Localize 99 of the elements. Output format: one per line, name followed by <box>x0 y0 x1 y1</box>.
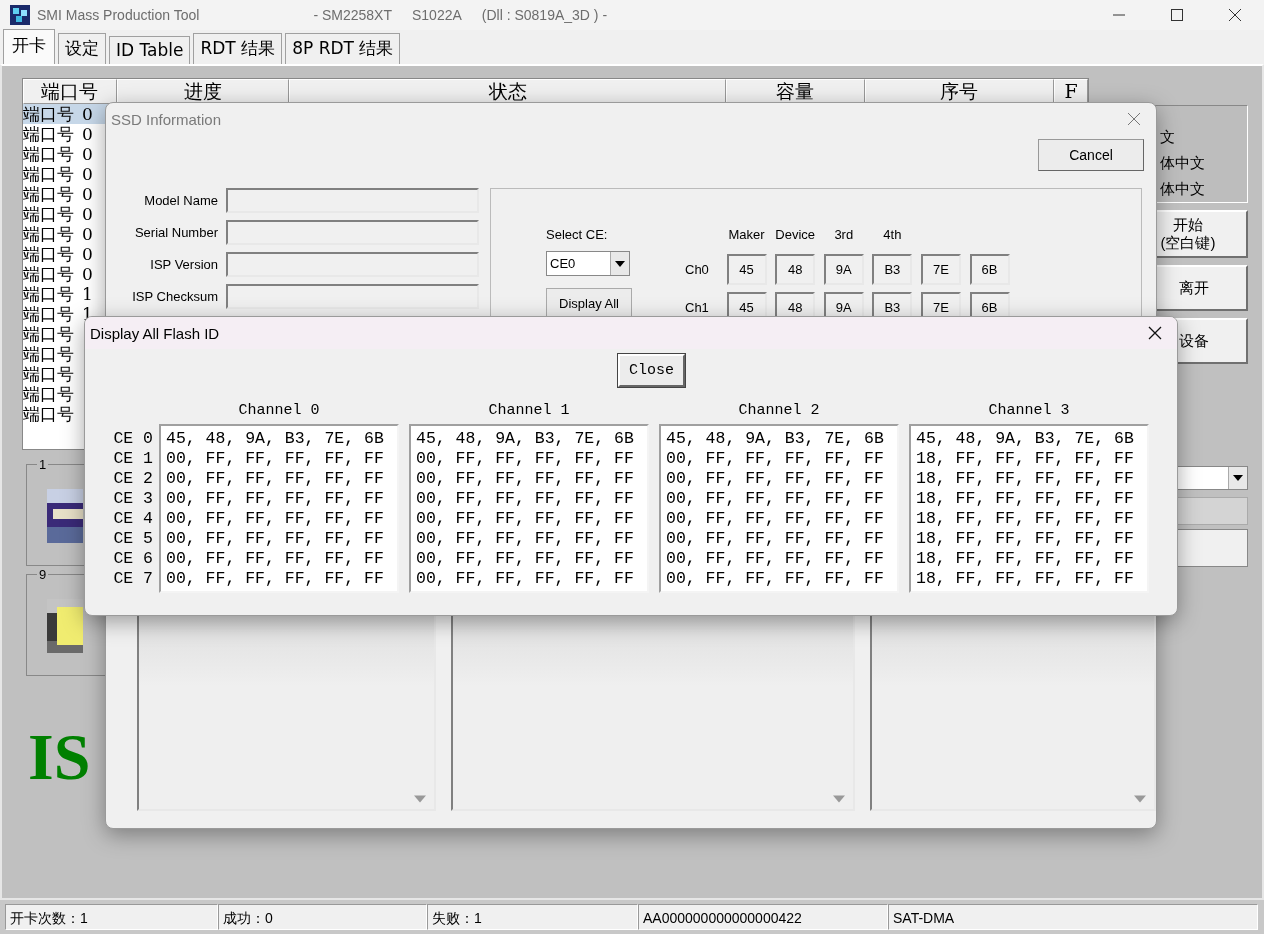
port-label: 端口号 <box>23 384 74 404</box>
port-label: 端口号 <box>23 404 74 424</box>
id-byte-field: B3 <box>872 254 913 285</box>
id-byte-field: 9A <box>823 254 864 285</box>
flash-id-line: 45, 48, 9A, B3, 7E, 6B <box>166 429 385 449</box>
id-byte-field: 48 <box>775 254 816 285</box>
port-label: 端口号 <box>23 244 74 264</box>
port-value: 0 <box>82 164 93 184</box>
port-value: 0 <box>82 184 93 204</box>
flash-id-line: 18, FF, FF, FF, FF, FF <box>916 529 1135 549</box>
flash-id-line: 00, FF, FF, FF, FF, FF <box>666 449 885 469</box>
flash-id-line: 18, FF, FF, FF, FF, FF <box>916 549 1135 569</box>
port-label: 端口号 <box>23 304 74 324</box>
field-label: Serial Number <box>133 224 218 242</box>
status-cell: AA000000000000000422 <box>638 904 888 930</box>
channel-header: Channel 0 <box>237 402 321 420</box>
flash-id-line: 00, FF, FF, FF, FF, FF <box>166 469 385 489</box>
port-value: 0 <box>82 144 93 164</box>
port-label: 端口号 <box>23 284 74 304</box>
flash-id-line: 00, FF, FF, FF, FF, FF <box>166 489 385 509</box>
field-label: ISP Version <box>149 256 218 274</box>
ce-label: CE 4 <box>113 509 153 529</box>
field-label: ISP Checksum <box>131 288 218 306</box>
port-label: 端口号 <box>23 164 74 184</box>
flash-id-line: 45, 48, 9A, B3, 7E, 6B <box>916 429 1135 449</box>
flash-id-line: 45, 48, 9A, B3, 7E, 6B <box>666 429 885 449</box>
column-header: 4th <box>882 227 903 244</box>
flash-id-line: 00, FF, FF, FF, FF, FF <box>166 529 385 549</box>
flash-id-line: 00, FF, FF, FF, FF, FF <box>666 549 885 569</box>
channel-header: Channel 2 <box>737 402 821 420</box>
flash-id-line: 00, FF, FF, FF, FF, FF <box>416 469 635 489</box>
flash-id-line: 00, FF, FF, FF, FF, FF <box>416 569 635 589</box>
flash-id-line: 00, FF, FF, FF, FF, FF <box>416 529 635 549</box>
window-subtitle: (Dll : S0819A_3D ) - <box>481 7 608 23</box>
port-value: 1 <box>82 284 93 304</box>
port-label: 端口号 <box>23 364 74 384</box>
ce-label: CE 3 <box>113 489 153 509</box>
flash-id-line: 00, FF, FF, FF, FF, FF <box>416 549 635 569</box>
id-byte-field: 45 <box>726 254 767 285</box>
port-value: 0 <box>82 244 93 264</box>
field-label: Select CE: <box>546 227 609 243</box>
status-cell: 成功：0 <box>218 904 427 930</box>
status-cell: 开卡次数：1 <box>5 904 218 930</box>
ce-label: CE 0 <box>113 429 153 449</box>
flash-id-line: 00, FF, FF, FF, FF, FF <box>166 449 385 469</box>
slot-number: 1 <box>37 457 49 472</box>
flash-id-line: 00, FF, FF, FF, FF, FF <box>666 569 885 589</box>
flash-id-line: 00, FF, FF, FF, FF, FF <box>666 489 885 509</box>
channel-label: Ch0 <box>685 261 710 279</box>
port-label: 端口号 <box>23 144 74 164</box>
status-code: IS <box>28 724 92 790</box>
port-label: 端口号 <box>23 124 74 144</box>
flash-id-line: 00, FF, FF, FF, FF, FF <box>666 529 885 549</box>
flash-id-line: 00, FF, FF, FF, FF, FF <box>416 449 635 469</box>
port-label: 端口号 <box>23 104 74 124</box>
flash-id-line: 00, FF, FF, FF, FF, FF <box>416 509 635 529</box>
ce-label: CE 2 <box>113 469 153 489</box>
port-label: 端口号 <box>23 204 74 224</box>
channel-header: Channel 3 <box>987 402 1071 420</box>
channel-header: Channel 1 <box>487 402 571 420</box>
port-label: 端口号 <box>23 224 74 244</box>
port-value: 0 <box>82 104 93 124</box>
ce-label: CE 7 <box>113 569 153 589</box>
window-subtitle: - SM2258XT <box>313 7 392 23</box>
field-label: Model Name <box>143 192 218 210</box>
ce-label: CE 6 <box>113 549 153 569</box>
flash-id-line: 18, FF, FF, FF, FF, FF <box>916 489 1135 509</box>
flash-id-line: 00, FF, FF, FF, FF, FF <box>666 469 885 489</box>
ce-label: CE 1 <box>113 449 153 469</box>
dialog-title: Display All Flash ID <box>90 324 220 342</box>
flash-id-line: 00, FF, FF, FF, FF, FF <box>416 489 635 509</box>
slot-number: 9 <box>37 567 49 582</box>
flash-id-line: 45, 48, 9A, B3, 7E, 6B <box>416 429 635 449</box>
port-label: 端口号 <box>23 344 74 364</box>
flash-id-line: 00, FF, FF, FF, FF, FF <box>166 549 385 569</box>
flash-id-line: 00, FF, FF, FF, FF, FF <box>666 509 885 529</box>
status-cell: SAT-DMA <box>888 904 1258 930</box>
port-value: 0 <box>82 224 93 244</box>
port-value: 0 <box>82 264 93 284</box>
column-header: 3rd <box>833 227 855 244</box>
column-header: Maker <box>727 227 766 244</box>
channel-label: Ch1 <box>685 299 710 317</box>
flash-id-line: 18, FF, FF, FF, FF, FF <box>916 569 1135 589</box>
port-label: 端口号 <box>23 264 74 284</box>
id-byte-field: 7E <box>920 254 961 285</box>
window-subtitle: S1022A <box>411 7 462 23</box>
flash-id-line: 18, FF, FF, FF, FF, FF <box>916 449 1135 469</box>
flash-id-line: 00, FF, FF, FF, FF, FF <box>166 569 385 589</box>
port-value: 0 <box>82 124 93 144</box>
port-value: 0 <box>82 204 93 224</box>
flash-id-line: 18, FF, FF, FF, FF, FF <box>916 469 1135 489</box>
ce-label: CE 5 <box>113 529 153 549</box>
column-header: Device <box>775 227 816 244</box>
id-byte-field: 6B <box>969 254 1010 285</box>
status-cell: 失败：1 <box>427 904 638 930</box>
port-label: 端口号 <box>23 184 74 204</box>
flash-id-line: 18, FF, FF, FF, FF, FF <box>916 509 1135 529</box>
flash-id-line: 00, FF, FF, FF, FF, FF <box>166 509 385 529</box>
window-title: SMI Mass Production Tool <box>37 7 200 23</box>
